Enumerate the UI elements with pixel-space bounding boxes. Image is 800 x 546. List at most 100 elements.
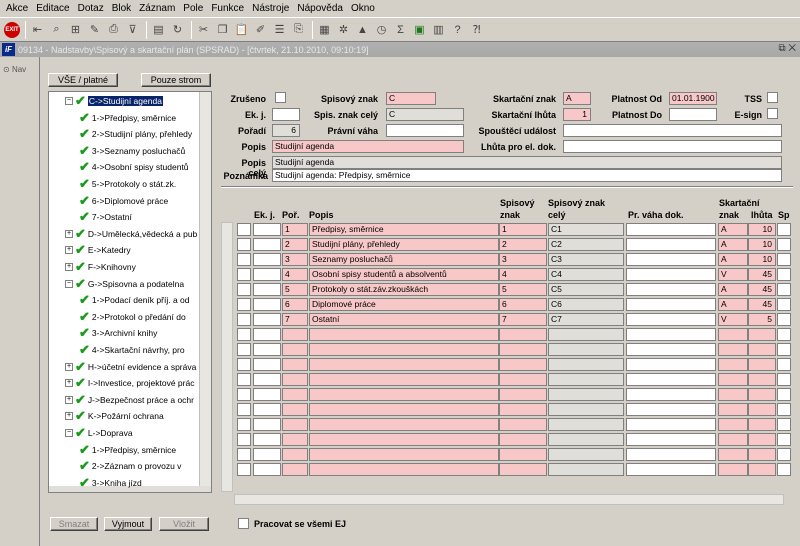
- table-cell[interactable]: [777, 343, 791, 356]
- table-cell[interactable]: [499, 403, 547, 416]
- table-cell[interactable]: [777, 403, 791, 416]
- table-cell[interactable]: [718, 343, 748, 356]
- table-cell[interactable]: 45: [748, 298, 776, 311]
- table-cell[interactable]: Protokoly o stát.záv.zkouškách: [309, 283, 499, 296]
- table-row[interactable]: 2 Studijní plány, přehledy 2 C2 A 10: [221, 237, 793, 252]
- tree-node[interactable]: ✔ 2->Studijní plány, přehledy: [79, 126, 192, 142]
- paste-icon[interactable]: 📋: [233, 21, 250, 38]
- table-cell[interactable]: [282, 463, 308, 476]
- table-cell[interactable]: [253, 403, 281, 416]
- table-cell[interactable]: [777, 253, 791, 266]
- calculator-icon[interactable]: ▦: [316, 21, 333, 38]
- menu-item[interactable]: Blok: [108, 3, 135, 14]
- table-cell[interactable]: [626, 238, 716, 251]
- sum-icon[interactable]: Σ: [392, 21, 409, 38]
- table-cell[interactable]: [548, 463, 624, 476]
- tree-node[interactable]: ✔ 4->Skartační návrhy, pro: [79, 342, 185, 358]
- menu-item[interactable]: Nástroje: [248, 3, 293, 14]
- table-cell[interactable]: 45: [748, 268, 776, 281]
- table-cell[interactable]: [237, 448, 251, 461]
- table-cell[interactable]: [718, 448, 748, 461]
- table-cell[interactable]: [548, 433, 624, 446]
- tree-node[interactable]: ✔ 3->Seznamy posluchačů: [79, 143, 185, 159]
- table-cell[interactable]: [718, 373, 748, 386]
- cut-icon[interactable]: ✂: [195, 21, 212, 38]
- list-icon[interactable]: ☰: [271, 21, 288, 38]
- table-cell[interactable]: [237, 283, 251, 296]
- table-cell[interactable]: [548, 358, 624, 371]
- table-cell[interactable]: [748, 463, 776, 476]
- table-cell[interactable]: [748, 448, 776, 461]
- collapse-icon[interactable]: −: [65, 429, 73, 437]
- table-row[interactable]: [221, 342, 793, 357]
- table-row[interactable]: [221, 387, 793, 402]
- table-cell[interactable]: [237, 463, 251, 476]
- table-cell[interactable]: [626, 328, 716, 341]
- spis-znak-cely-field[interactable]: C: [386, 108, 464, 121]
- table-cell[interactable]: [777, 433, 791, 446]
- table-cell[interactable]: [777, 388, 791, 401]
- table-cell[interactable]: [777, 238, 791, 251]
- table-cell[interactable]: [253, 253, 281, 266]
- menu-item[interactable]: Nápověda: [293, 3, 347, 14]
- category-tree[interactable]: − ✔ C->Studijní agenda ✔ 1->Předpisy, směrni…: [48, 91, 212, 493]
- table-cell[interactable]: [237, 418, 251, 431]
- table-cell[interactable]: 2: [499, 238, 547, 251]
- table-cell[interactable]: [309, 418, 499, 431]
- tree-vertical-scrollbar[interactable]: [199, 92, 211, 492]
- table-cell[interactable]: [309, 373, 499, 386]
- tree-only-button[interactable]: Pouze strom: [141, 73, 211, 87]
- tree-node[interactable]: + ✔ H->účetní evidence a správa: [65, 359, 196, 375]
- table-row[interactable]: [221, 417, 793, 432]
- table-cell[interactable]: Diplomové práce: [309, 298, 499, 311]
- table-cell[interactable]: [548, 388, 624, 401]
- table-cell[interactable]: [777, 268, 791, 281]
- table-cell[interactable]: [309, 358, 499, 371]
- table-cell[interactable]: 5: [748, 313, 776, 326]
- table-cell[interactable]: [748, 358, 776, 371]
- table-cell[interactable]: [282, 388, 308, 401]
- cancel-query-icon[interactable]: ✎: [86, 21, 103, 38]
- table-cell[interactable]: [748, 388, 776, 401]
- table-cell[interactable]: [499, 373, 547, 386]
- table-cell[interactable]: [748, 328, 776, 341]
- table-cell[interactable]: Seznamy posluchačů: [309, 253, 499, 266]
- table-cell[interactable]: [718, 433, 748, 446]
- table-cell[interactable]: 1: [282, 223, 308, 236]
- table-row[interactable]: [221, 432, 793, 447]
- table-cell[interactable]: [282, 358, 308, 371]
- table-cell[interactable]: [748, 433, 776, 446]
- table-cell[interactable]: [626, 223, 716, 236]
- tree-node[interactable]: − ✔ C->Studijní agenda: [65, 93, 163, 109]
- popis-cely-field[interactable]: Studijní agenda: [272, 156, 782, 169]
- table-cell[interactable]: [253, 313, 281, 326]
- expand-icon[interactable]: +: [65, 362, 73, 371]
- table-cell[interactable]: [718, 463, 748, 476]
- cut-button[interactable]: Vyjmout: [104, 517, 152, 531]
- table-cell[interactable]: 6: [282, 298, 308, 311]
- table-cell[interactable]: [626, 448, 716, 461]
- tree-node[interactable]: + ✔ E->Katedry: [65, 242, 131, 258]
- table-cell[interactable]: 45: [748, 283, 776, 296]
- table-cell[interactable]: [718, 328, 748, 341]
- table-cell[interactable]: [253, 463, 281, 476]
- table-row[interactable]: [221, 402, 793, 417]
- table-cell[interactable]: [282, 343, 308, 356]
- table-cell[interactable]: [548, 373, 624, 386]
- table-cell[interactable]: [777, 463, 791, 476]
- window-controls-icon[interactable]: ⧉ ✕: [778, 43, 796, 54]
- table-cell[interactable]: [253, 298, 281, 311]
- table-cell[interactable]: [309, 328, 499, 341]
- table-cell[interactable]: [777, 358, 791, 371]
- table-cell[interactable]: [499, 433, 547, 446]
- table-row[interactable]: [221, 447, 793, 462]
- skartacni-znak-field[interactable]: A: [563, 92, 591, 105]
- table-row[interactable]: 7 Ostatní 7 C7 V 5: [221, 312, 793, 327]
- paste-button[interactable]: Vložit: [159, 517, 209, 531]
- table-row[interactable]: [221, 372, 793, 387]
- table-row[interactable]: [221, 462, 793, 477]
- save-icon[interactable]: ▤: [150, 21, 167, 38]
- table-cell[interactable]: [237, 388, 251, 401]
- table-cell[interactable]: [499, 463, 547, 476]
- menu-item[interactable]: Dotaz: [74, 3, 108, 14]
